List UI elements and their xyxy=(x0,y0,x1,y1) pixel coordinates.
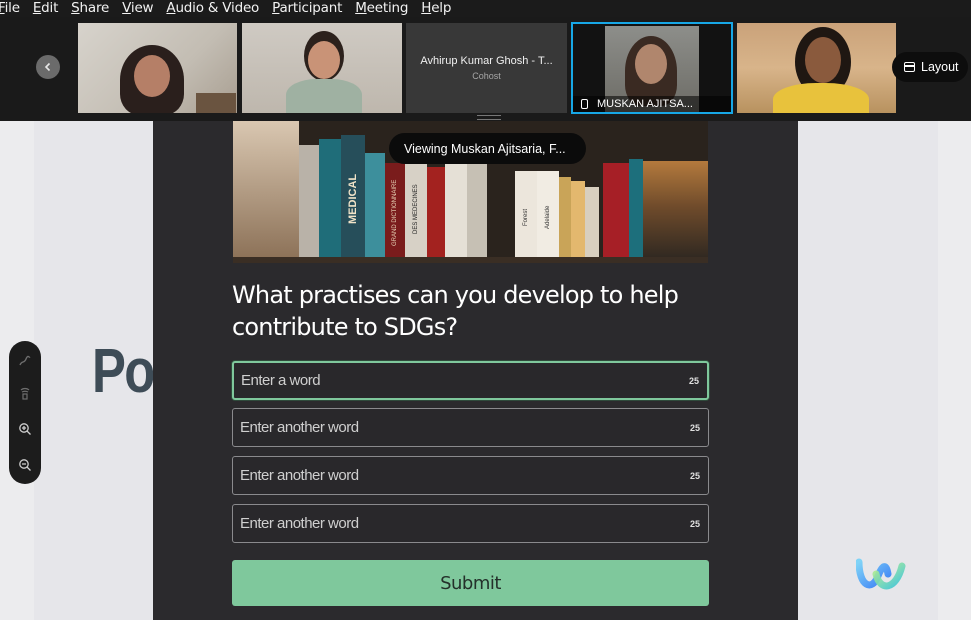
menu-audio-video[interactable]: Audio & Video xyxy=(166,0,259,17)
submit-button[interactable]: Submit xyxy=(232,560,709,606)
participant-tile-active-speaker[interactable]: MUSKAN AJITSA... xyxy=(571,22,733,114)
character-limit-counter: 25 xyxy=(689,518,700,529)
menu-view[interactable]: View xyxy=(122,0,153,17)
word-input[interactable] xyxy=(240,467,660,484)
word-input-3[interactable]: 25 xyxy=(232,456,709,495)
webex-logo-icon xyxy=(855,556,908,594)
pen-icon[interactable] xyxy=(17,353,33,369)
participant-name: Avhirup Kumar Ghosh - T... xyxy=(420,55,553,67)
phone-icon xyxy=(581,99,588,109)
menu-meeting[interactable]: Meeting xyxy=(355,0,408,17)
previous-participants-button[interactable] xyxy=(36,55,60,79)
annotation-toolbar xyxy=(9,341,41,484)
strip-resize-handle[interactable] xyxy=(477,115,501,120)
word-input-2[interactable]: 25 xyxy=(232,408,709,447)
eraser-icon[interactable] xyxy=(17,386,33,402)
word-input[interactable] xyxy=(240,419,660,436)
zoom-out-icon[interactable] xyxy=(17,457,33,473)
participant-name-bar: MUSKAN AJITSA... xyxy=(573,96,731,112)
viewing-banner: Viewing Muskan Ajitsaria, F... xyxy=(389,133,586,164)
character-limit-counter: 25 xyxy=(689,422,700,433)
participant-strip: Avhirup Kumar Ghosh - T... Cohost MUSKAN… xyxy=(0,17,971,121)
menu-edit[interactable]: Edit xyxy=(33,0,59,17)
menu-participant[interactable]: Participant xyxy=(272,0,342,17)
viewing-banner-text: Viewing Muskan Ajitsaria, F... xyxy=(404,141,566,156)
layout-button[interactable]: Layout xyxy=(892,52,968,82)
poll-question: What practises can you develop to help c… xyxy=(232,281,679,341)
layout-icon xyxy=(904,62,915,72)
word-input-1[interactable]: 25 xyxy=(232,361,709,400)
book-spine: Forest xyxy=(515,171,537,263)
slide-title-fragment: Po xyxy=(92,337,155,406)
participant-name: MUSKAN AJITSA... xyxy=(597,98,693,110)
layout-button-label: Layout xyxy=(921,60,959,74)
book-spine: DES MEDECINES xyxy=(405,155,427,263)
participant-video-tile[interactable] xyxy=(242,23,402,113)
character-limit-counter: 25 xyxy=(688,375,699,386)
participant-tile-cohost[interactable]: Avhirup Kumar Ghosh - T... Cohost xyxy=(406,23,567,113)
word-input[interactable] xyxy=(241,372,661,389)
word-input[interactable] xyxy=(240,515,660,532)
word-input-4[interactable]: 25 xyxy=(232,504,709,543)
menu-share[interactable]: Share xyxy=(71,0,109,17)
chevron-left-icon xyxy=(44,62,51,72)
participant-video-tile[interactable] xyxy=(78,23,237,113)
participant-video-tile[interactable] xyxy=(737,23,896,113)
menu-help[interactable]: Help xyxy=(421,0,451,17)
menu-file[interactable]: File xyxy=(0,0,20,17)
participant-role: Cohost xyxy=(472,71,501,81)
book-spine: Adelaide xyxy=(537,171,559,263)
zoom-in-icon[interactable] xyxy=(17,421,33,437)
menu-bar: File Edit Share View Audio & Video Parti… xyxy=(0,0,971,17)
book-spine: GRAND DICTIONNAIRE xyxy=(385,163,405,263)
book-spine: MEDICAL xyxy=(341,135,365,263)
character-limit-counter: 25 xyxy=(689,470,700,481)
